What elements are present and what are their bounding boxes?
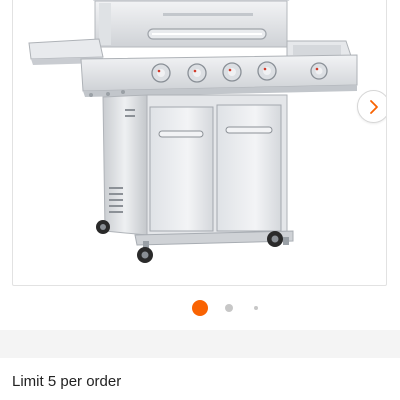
product-image-gallery[interactable] bbox=[12, 0, 387, 286]
next-image-button[interactable] bbox=[357, 90, 386, 123]
section-divider bbox=[0, 330, 400, 358]
pagination-dot[interactable] bbox=[254, 306, 258, 310]
control-panel bbox=[80, 54, 358, 97]
pagination-dot-active[interactable] bbox=[192, 300, 208, 316]
chevron-right-icon bbox=[368, 99, 380, 115]
purchase-limit-text: Limit 5 per order bbox=[12, 373, 122, 390]
product-image[interactable] bbox=[13, 0, 387, 286]
grill-lid bbox=[93, 0, 290, 48]
pagination-dot[interactable] bbox=[225, 304, 233, 312]
gallery-pagination bbox=[0, 298, 400, 318]
